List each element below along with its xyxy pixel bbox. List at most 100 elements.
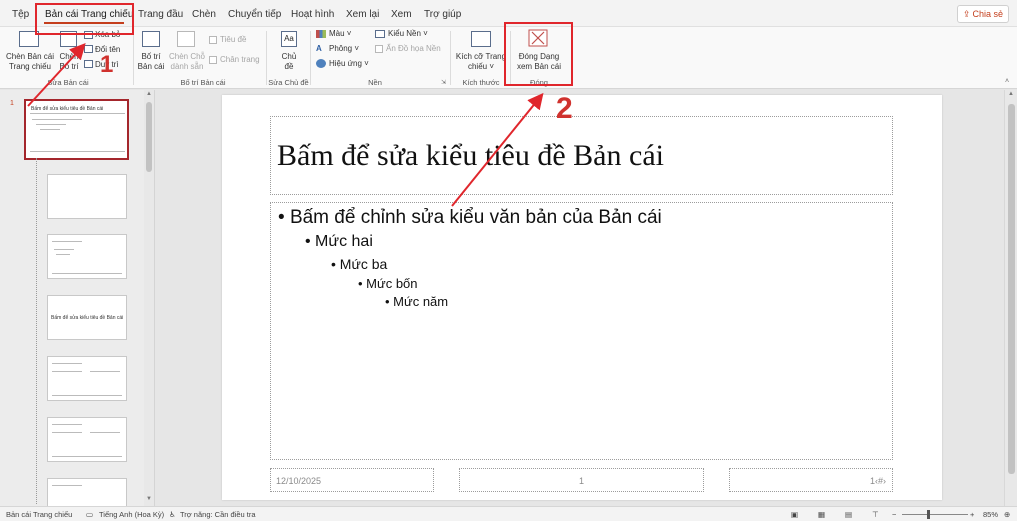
thumbnail-connector: [36, 158, 37, 504]
themes-line1: Chủ: [281, 52, 297, 61]
slide-number-placeholder[interactable]: 1‹#›: [729, 468, 893, 492]
footers-checkbox-label: Chân trang: [220, 55, 260, 64]
body-placeholder[interactable]: • Bấm để chỉnh sửa kiểu văn bản của Bản …: [270, 202, 893, 460]
thumbnail-scrollbar[interactable]: ▲ ▼: [144, 90, 154, 506]
thumbnail-line: [54, 249, 74, 250]
dialog-launcher-icon[interactable]: ⇲: [441, 79, 446, 86]
status-language[interactable]: Tiếng Anh (Hoa Kỳ): [99, 510, 164, 519]
thumbnail-line: [40, 129, 60, 130]
thumbnail-line: [52, 485, 82, 486]
thumbnail-line: [56, 254, 70, 255]
group-background-label: Nền: [368, 78, 382, 87]
bullet-level-3-text: Mức ba: [339, 256, 388, 272]
title-checkbox[interactable]: [209, 36, 217, 44]
thumbnail-master-title: Bấm để sửa kiểu tiêu đề Bản cái: [31, 106, 104, 112]
thumbnail-line: [52, 456, 122, 457]
tab-view[interactable]: Xem: [391, 9, 412, 20]
bullet-level-4: • Mức bốn: [358, 276, 418, 291]
scroll-up-icon[interactable]: ▲: [146, 91, 152, 97]
normal-view-icon[interactable]: ▣: [791, 510, 798, 519]
insert-slide-master-button[interactable]: Chèn Bản cái Trang chiếu: [6, 52, 54, 72]
group-edit-theme-label: Sửa Chủ đề: [268, 78, 309, 87]
bullet-level-1-text: Bấm để chỉnh sửa kiểu văn bản của Bản cá…: [289, 207, 662, 228]
background-styles-dropdown[interactable]: Kiểu Nền ˅: [388, 29, 428, 39]
insert-layout-button[interactable]: Chèn Bố trí: [56, 52, 82, 72]
status-accessibility[interactable]: Trợ năng: Cần điều tra: [180, 510, 256, 519]
insert-placeholder-line2: dành sẵn: [170, 62, 204, 71]
slide-size-line2: chiếu ˅: [467, 62, 495, 71]
master-layout-line1: Bố trí: [141, 52, 161, 61]
effects-dropdown[interactable]: Hiệu ứng ˅: [329, 59, 369, 69]
thumbnail-layout[interactable]: [47, 174, 127, 219]
editor-scroll-up-icon[interactable]: ▲: [1008, 91, 1014, 97]
insert-placeholder-icon: [177, 31, 195, 47]
zoom-slider-thumb[interactable]: [927, 510, 930, 519]
date-placeholder[interactable]: 12/10/2025: [270, 468, 434, 492]
thumbnail-section-title: Bấm để sửa kiểu tiêu đề Bản cái: [51, 315, 124, 321]
share-button[interactable]: ⇪ Chia sẻ: [957, 5, 1009, 23]
thumbnail-layout[interactable]: [47, 417, 127, 462]
tab-home[interactable]: Trang đầu: [138, 9, 183, 20]
preserve-icon: [84, 60, 93, 68]
status-bar: Bản cái Trang chiếu ▭ Tiếng Anh (Hoa Kỳ)…: [0, 506, 1017, 521]
colors-dropdown[interactable]: Màu ˅: [329, 29, 351, 39]
editor-scroll-thumb[interactable]: [1008, 104, 1015, 474]
thumbnail-layout[interactable]: [47, 356, 127, 401]
tab-transitions[interactable]: Chuyển tiếp: [228, 9, 281, 20]
group-size-label: Kích thước: [462, 78, 500, 87]
thumbnail-line: [52, 432, 82, 433]
bullet-level-1: • Bấm để chỉnh sửa kiểu văn bản của Bản …: [278, 207, 662, 228]
footer-placeholder[interactable]: 1: [459, 468, 704, 492]
language-icon: ▭: [86, 510, 94, 519]
tab-animations[interactable]: Hoạt hình: [291, 9, 334, 20]
slideshow-icon[interactable]: ⊤: [872, 510, 879, 519]
group-edit-master-label: Sửa Bản cái: [47, 78, 89, 87]
slide-size-line1: Kích cỡ Trang: [455, 52, 507, 61]
share-label: Chia sẻ: [972, 9, 1004, 19]
thumbnail-line: [52, 371, 82, 372]
fit-to-window-icon[interactable]: ⊕: [1004, 510, 1010, 519]
bullet-level-5-text: Mức năm: [393, 294, 449, 309]
accessibility-icon: ♿: [169, 510, 176, 519]
tab-help[interactable]: Trợ giúp: [424, 9, 461, 20]
insert-placeholder-button[interactable]: Chèn Chỗ dành sẵn: [166, 52, 208, 72]
thumbnail-layout[interactable]: [47, 478, 127, 506]
bullet-level-5: • Mức năm: [385, 294, 449, 309]
themes-line2: đề: [284, 62, 294, 71]
slide-sorter-icon[interactable]: ▦: [818, 510, 825, 519]
thumbnail-line: [90, 371, 120, 372]
collapse-ribbon-icon[interactable]: ˄: [1005, 78, 1009, 85]
bullet-level-3: • Mức ba: [331, 256, 388, 272]
status-view-name: Bản cái Trang chiếu: [6, 510, 73, 519]
thumbnail-line: [36, 124, 66, 125]
thumbnail-layout[interactable]: [47, 234, 127, 279]
slide-editor: Bấm để sửa kiểu tiêu đề Bản cái • Bấm để…: [156, 90, 1004, 506]
zoom-out-icon[interactable]: −: [892, 510, 896, 519]
fonts-dropdown[interactable]: Phông ˅: [329, 44, 359, 54]
thumbnail-master[interactable]: Bấm để sửa kiểu tiêu đề Bản cái: [24, 99, 129, 160]
footers-checkbox[interactable]: [209, 56, 217, 64]
reading-view-icon[interactable]: ▤: [845, 510, 852, 519]
zoom-slider-track[interactable]: [902, 514, 968, 515]
themes-icon: Aa: [281, 31, 297, 47]
zoom-level[interactable]: 85%: [983, 510, 998, 519]
title-placeholder[interactable]: Bấm để sửa kiểu tiêu đề Bản cái: [270, 116, 893, 195]
thumbnail-section-header[interactable]: Bấm để sửa kiểu tiêu đề Bản cái: [47, 295, 127, 340]
master-layout-button[interactable]: Bố trí Bản cái: [136, 52, 166, 72]
tab-file[interactable]: Tệp: [12, 9, 29, 20]
effects-label: Hiệu ứng: [329, 59, 362, 68]
thumbnail-line: [32, 119, 82, 120]
insert-placeholder-line1: Chèn Chỗ: [168, 52, 206, 61]
editor-scrollbar[interactable]: ▲: [1004, 90, 1017, 506]
hide-background-checkbox[interactable]: [375, 45, 383, 53]
annotation-number-1: 1: [100, 51, 114, 78]
tab-insert[interactable]: Chèn: [192, 9, 216, 20]
scroll-down-icon[interactable]: ▼: [146, 496, 152, 502]
tab-review[interactable]: Xem lại: [346, 9, 379, 20]
thumbnail-scroll-thumb[interactable]: [146, 102, 152, 172]
themes-button[interactable]: Chủ đề: [276, 52, 302, 72]
zoom-in-icon[interactable]: +: [970, 510, 974, 519]
slide-size-button[interactable]: Kích cỡ Trang chiếu ˅: [455, 52, 507, 72]
insert-slide-master-line1: Chèn Bản cái: [6, 52, 55, 61]
slide-size-icon: [471, 31, 491, 47]
